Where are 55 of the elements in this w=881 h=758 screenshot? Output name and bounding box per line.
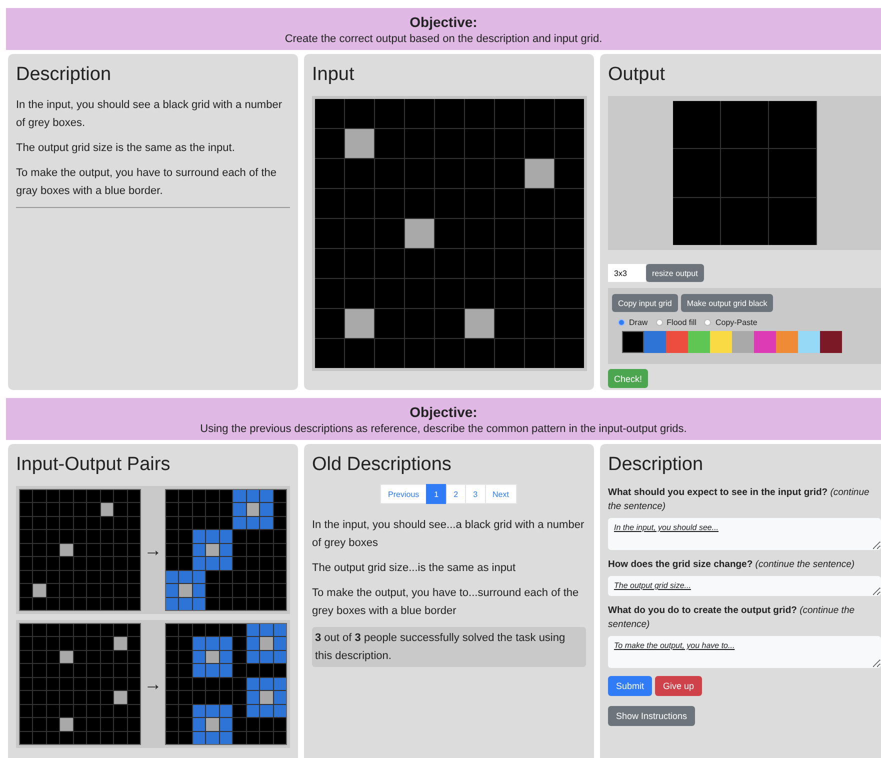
instructions-button[interactable]: Show Instructions <box>608 706 696 726</box>
question-label: How does the grid size change? (continue the sentence) <box>608 558 856 572</box>
color-swatch[interactable] <box>798 331 820 353</box>
panel-title: Input <box>312 64 356 86</box>
panel-title: Description <box>16 64 112 86</box>
page-button[interactable]: Next <box>484 484 517 504</box>
description-text: The output grid size...is the same as input <box>312 561 517 576</box>
question-label: What do you do to create the output grid? (continue the sentence) <box>608 604 856 632</box>
arrow: → <box>143 540 163 560</box>
color-swatch[interactable] <box>820 331 842 353</box>
panel-title: Old Descriptions <box>312 454 452 476</box>
description-text: In the input, you should see...a black grid with a number of grey boxes <box>312 518 586 551</box>
mode-label[interactable]: Flood fill <box>666 318 696 327</box>
color-swatch[interactable] <box>732 331 754 353</box>
answer-field[interactable]: To make the output, you have to... <box>608 636 881 668</box>
output-grid[interactable] <box>672 101 816 245</box>
answer-field[interactable]: The output grid size... <box>608 576 881 596</box>
radio-button[interactable] <box>704 319 712 326</box>
description-text: To make the output, you have to...surround each of the grey boxes with a blue border <box>312 586 580 619</box>
panel-title: Input-Output Pairs <box>16 454 172 476</box>
color-swatch[interactable] <box>754 331 776 353</box>
mode-label[interactable]: Copy-Paste <box>715 318 758 327</box>
color-swatch[interactable] <box>776 331 798 353</box>
objective-text: Using the previous descriptions as reference, describe the common pattern in the input-output grids. <box>200 422 687 434</box>
objective-text: Create the correct output based on the description and input grid. <box>284 32 602 44</box>
mode-label[interactable]: Draw <box>629 318 648 327</box>
color-swatch[interactable] <box>688 331 710 353</box>
page-button[interactable]: Previous <box>380 484 428 504</box>
arrow: → <box>143 674 163 694</box>
check-button[interactable]: Check! <box>608 369 648 388</box>
objective-title: Objective: <box>410 14 478 30</box>
page-button[interactable]: 2 <box>446 484 466 504</box>
description-text: The output grid size is the same as the input. <box>16 141 236 156</box>
color-swatch[interactable] <box>666 331 688 353</box>
tool-button[interactable]: Make output grid black <box>680 294 774 312</box>
page-button[interactable]: 1 <box>426 484 447 504</box>
color-swatch[interactable] <box>622 331 644 353</box>
success-note: 3 out of 3 people successfully solved the task using this description. <box>312 627 586 667</box>
answer-field[interactable]: In the input, you should see... <box>608 518 881 550</box>
tool-button[interactable]: Copy input grid <box>612 294 678 312</box>
size-field[interactable]: 3x3 <box>608 264 646 282</box>
question-label: What should you expect to see in the input grid? (continue the sentence) <box>608 486 870 514</box>
color-swatch[interactable] <box>710 331 732 353</box>
give-up-button[interactable]: Give up <box>655 676 702 696</box>
submit-button[interactable]: Submit <box>608 676 652 696</box>
objective-title: Objective: <box>410 404 478 420</box>
description-text: To make the output, you have to surround each of the gray boxes with a blue border. <box>16 166 278 199</box>
description-text: In the input, you should see a black grid with a number of grey boxes. <box>16 98 283 131</box>
panel-title: Output <box>608 64 666 86</box>
radio-button[interactable] <box>656 319 663 326</box>
color-swatch[interactable] <box>644 331 666 353</box>
panel-title: Description <box>608 454 704 476</box>
page-button[interactable]: 3 <box>465 484 486 504</box>
resize-button[interactable]: resize output <box>646 264 704 282</box>
radio-button[interactable] <box>618 319 625 326</box>
